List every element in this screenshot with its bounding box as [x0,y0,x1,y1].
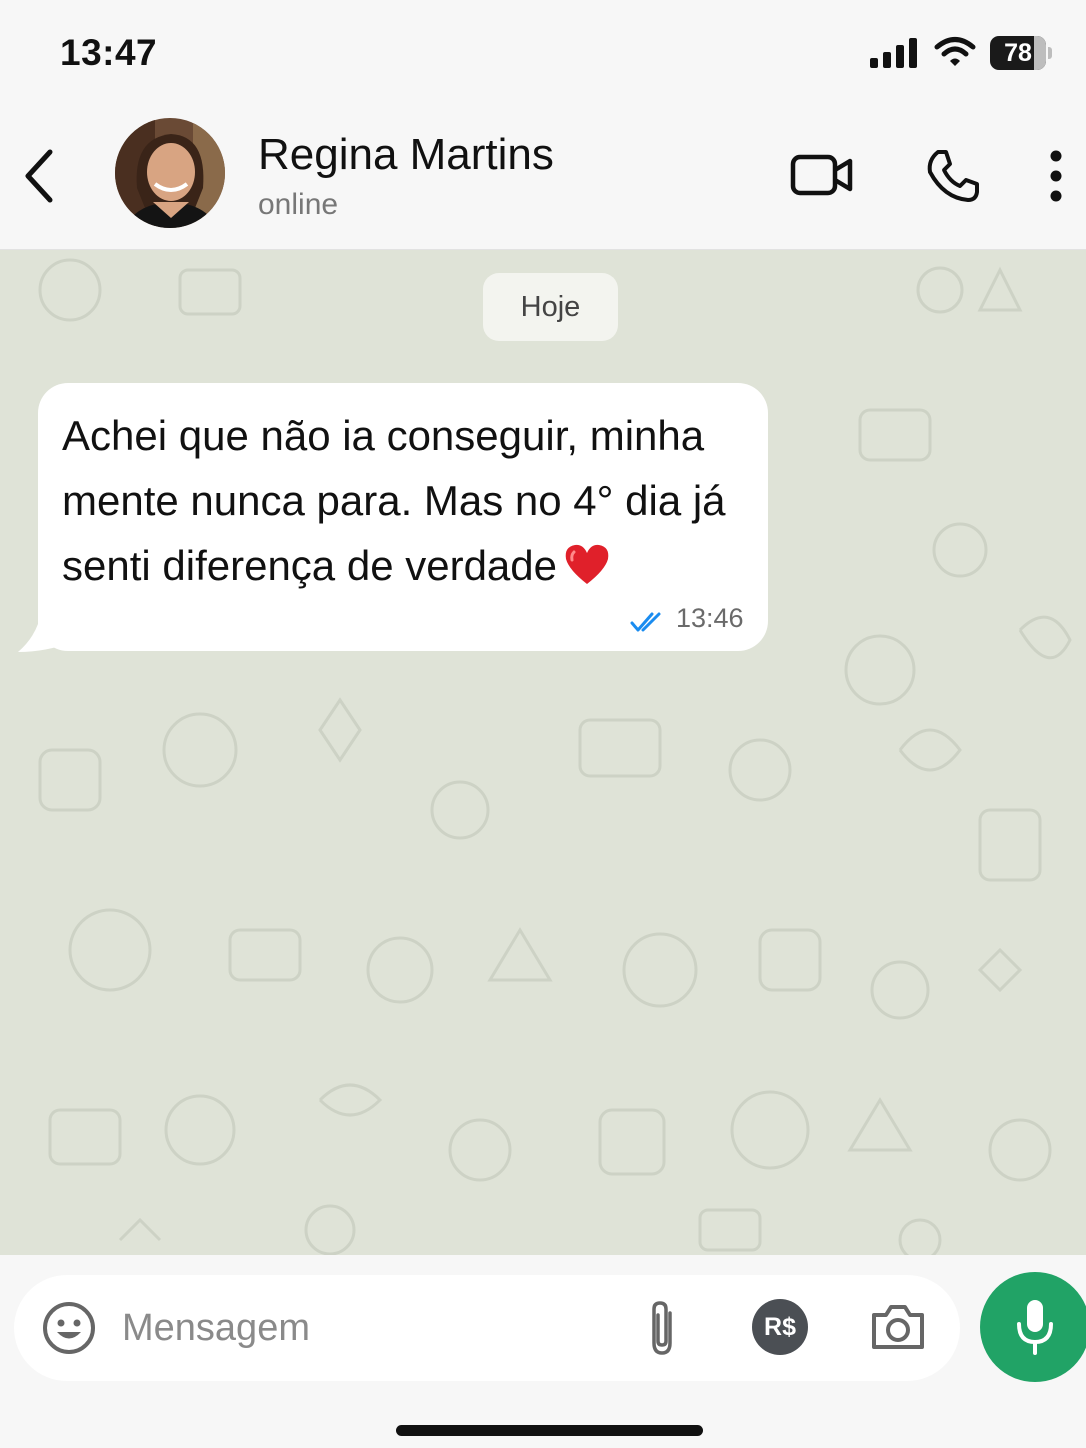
contact-status: online [258,188,339,221]
message-body: Achei que não ia conseguir, minha mente … [62,412,726,589]
double-check-icon [630,612,661,632]
home-indicator[interactable] [396,1425,703,1436]
message-time: 13:46 [676,603,744,633]
video-call-icon[interactable] [790,152,854,198]
input-bar: R$ [0,1255,1086,1448]
more-vertical-icon[interactable] [1044,150,1068,202]
message-bubble[interactable]: Achei que não ia conseguir, minha mente … [38,383,768,651]
date-chip: Hoje [483,273,618,341]
microphone-button[interactable] [980,1272,1086,1382]
emoji-icon[interactable] [42,1301,96,1355]
contact-name[interactable]: Regina Martins [258,130,554,180]
chat-header: Regina Martins online [0,100,1086,250]
paperclip-icon[interactable] [642,1299,682,1359]
wifi-icon [934,37,976,66]
battery-indicator: 78 [990,36,1052,70]
message-input[interactable] [122,1299,602,1357]
heart-emoji-icon [565,544,609,584]
battery-percentage: 78 [1004,39,1032,67]
microphone-icon [1017,1300,1053,1355]
payment-button[interactable]: R$ [752,1299,808,1355]
message-text: Achei que não ia conseguir, minha mente … [62,403,752,598]
phone-icon[interactable] [924,148,980,204]
chevron-left-icon[interactable] [20,148,60,204]
chat-area[interactable]: Hoje Achei que não ia conseguir, minha m… [0,250,1086,1255]
message-input-container[interactable]: R$ [14,1275,960,1381]
avatar[interactable] [115,118,225,228]
status-bar: 13:47 78 [0,0,1086,100]
signal-icon [870,38,917,68]
status-time: 13:47 [60,32,158,73]
camera-icon[interactable] [870,1303,926,1351]
